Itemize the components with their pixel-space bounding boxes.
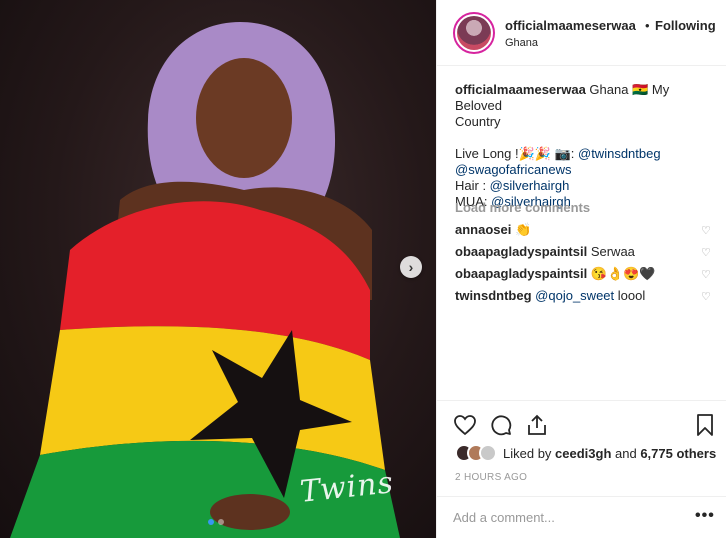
load-more-comments-button[interactable]: Load more comments	[455, 200, 590, 215]
post-image[interactable]: Twins ›	[0, 0, 436, 538]
comment-text: 😘👌😍🖤	[590, 266, 656, 281]
heart-icon[interactable]	[453, 413, 477, 437]
heart-icon[interactable]: ♡	[701, 224, 711, 237]
caption-live-long: Live Long !🎉🎉 📷: @twinsdntbeg	[455, 146, 661, 161]
add-comment-bar: •••	[437, 496, 726, 538]
post-header: officialmaameserwaa • Following Ghana	[437, 0, 726, 66]
post-timestamp[interactable]: 2 HOURS AGO	[455, 472, 527, 483]
comment-input[interactable]	[453, 507, 683, 527]
photo-artwork	[10, 22, 400, 538]
comment-username[interactable]: twinsdntbeg	[455, 288, 532, 303]
avatar[interactable]	[453, 12, 495, 54]
comment-item: obaapagladyspaintsil 😘👌😍🖤	[455, 266, 725, 282]
comment-item: annaosei 👏	[455, 222, 725, 238]
comment-item: obaapagladyspaintsil Serwaa	[455, 244, 725, 260]
post-sidebar: officialmaameserwaa • Following Ghana of…	[436, 0, 726, 538]
mention-link[interactable]: @swagofafricanews	[455, 162, 719, 178]
more-options-icon[interactable]: •••	[695, 507, 715, 525]
comment-username[interactable]: obaapagladyspaintsil	[455, 266, 587, 281]
likes-text: Liked by ceedi3gh and 6,775 others	[503, 445, 717, 461]
heart-icon[interactable]: ♡	[701, 268, 711, 281]
location-link[interactable]: Ghana	[505, 37, 538, 49]
comment-text: Serwaa	[590, 244, 635, 259]
likes-summary: Liked by ceedi3gh and 6,775 others	[455, 444, 716, 462]
mention-link[interactable]: @qojo_sweet	[535, 288, 614, 303]
comment-item: twinsdntbeg @qojo_sweet loool	[455, 288, 725, 304]
heart-icon[interactable]: ♡	[701, 246, 711, 259]
share-icon[interactable]	[525, 413, 549, 437]
comment-username[interactable]: annaosei	[455, 222, 511, 237]
carousel-dot-active	[208, 519, 214, 525]
likes-count-link[interactable]: 6,775 others	[640, 446, 716, 461]
caption-username[interactable]: officialmaameserwaa	[455, 82, 586, 97]
avatar	[479, 444, 497, 462]
following-button[interactable]: Following	[655, 18, 716, 33]
comment-text: loool	[614, 288, 646, 303]
comment-icon[interactable]	[489, 413, 513, 437]
liker-username[interactable]: ceedi3gh	[555, 446, 611, 461]
mention-link[interactable]: @silverhairgh	[490, 178, 570, 193]
comment-username[interactable]: obaapagladyspaintsil	[455, 244, 587, 259]
heart-icon[interactable]: ♡	[701, 290, 711, 303]
author-username-link[interactable]: officialmaameserwaa	[505, 18, 636, 33]
chevron-right-icon: ›	[408, 259, 414, 275]
carousel-dot	[218, 519, 224, 525]
caption: officialmaameserwaa Ghana 🇬🇭 My Beloved …	[455, 82, 719, 210]
comment-text: 👏	[514, 222, 532, 237]
next-photo-button[interactable]: ›	[400, 256, 422, 278]
carousel-indicator	[208, 519, 224, 525]
caption-text-line2: Country	[455, 114, 501, 129]
bookmark-icon[interactable]	[693, 413, 717, 437]
caption-hair: Hair : @silverhairgh	[455, 178, 570, 193]
mention-link[interactable]: @twinsdntbeg	[578, 146, 661, 161]
header-separator: •	[645, 18, 650, 33]
